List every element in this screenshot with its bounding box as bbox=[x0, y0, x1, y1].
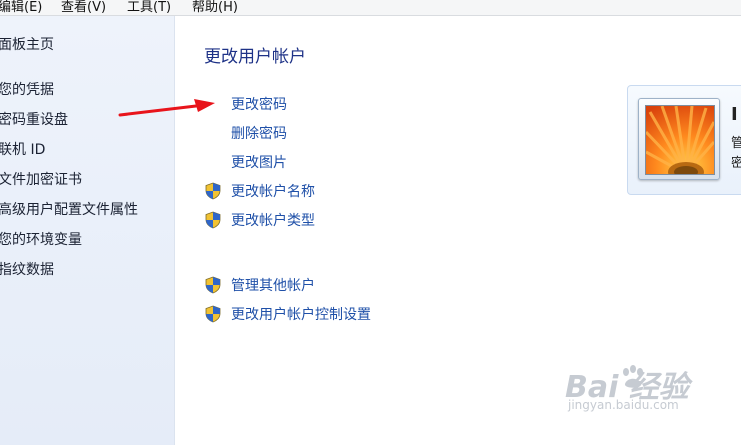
watermark-url: jingyan.baidu.com bbox=[568, 398, 679, 412]
sidebar-item-control-panel-home[interactable]: 面板主页 bbox=[0, 34, 54, 54]
annotation-arrow bbox=[118, 99, 215, 117]
account-name: I bbox=[731, 104, 738, 125]
paw-icon bbox=[623, 365, 643, 388]
uac-shield-icon bbox=[205, 211, 221, 229]
baidu-watermark: Bai 经验 jingyan.baidu.com bbox=[565, 362, 735, 414]
menu-bar: 编辑(E) 查看(V) 工具(T) 帮助(H) bbox=[0, 0, 741, 16]
menu-tools[interactable]: 工具(T) bbox=[127, 0, 171, 15]
menu-view[interactable]: 查看(V) bbox=[61, 0, 106, 15]
sidebar-item-password-reset-disk[interactable]: 密码重设盘 bbox=[0, 109, 68, 129]
manage-other-accounts-link[interactable]: 管理其他帐户 bbox=[231, 275, 315, 295]
sidebar-item-credentials[interactable]: 您的凭据 bbox=[0, 79, 54, 99]
sidebar-item-online-id[interactable]: 联机 ID bbox=[0, 139, 45, 159]
account-type: 管 bbox=[731, 136, 741, 151]
change-uac-settings-link[interactable]: 更改用户帐户控制设置 bbox=[231, 304, 371, 324]
sidebar-item-fingerprint-data[interactable]: 指纹数据 bbox=[0, 259, 54, 279]
sidebar-item-advanced-profile[interactable]: 高级用户配置文件属性 bbox=[0, 199, 138, 219]
avatar[interactable] bbox=[638, 98, 720, 180]
uac-shield-icon bbox=[205, 182, 221, 200]
avatar-picture bbox=[645, 105, 715, 175]
change-password-link[interactable]: 更改密码 bbox=[231, 94, 287, 114]
remove-password-link[interactable]: 删除密码 bbox=[231, 123, 287, 143]
account-card: I 管 密 bbox=[627, 85, 741, 195]
uac-shield-icon bbox=[205, 276, 221, 294]
sidebar-item-file-encryption-cert[interactable]: 文件加密证书 bbox=[0, 169, 82, 189]
sidebar-item-environment-variables[interactable]: 您的环境变量 bbox=[0, 229, 82, 249]
menu-edit[interactable]: 编辑(E) bbox=[0, 0, 42, 15]
change-account-type-link[interactable]: 更改帐户类型 bbox=[231, 210, 315, 230]
account-password-status: 密 bbox=[731, 156, 741, 171]
change-account-name-link[interactable]: 更改帐户名称 bbox=[231, 181, 315, 201]
change-picture-link[interactable]: 更改图片 bbox=[231, 152, 287, 172]
page-title: 更改用户帐户 bbox=[204, 47, 306, 67]
sidebar: 面板主页 您的凭据 密码重设盘 联机 ID 文件加密证书 高级用户配置文件属性 … bbox=[0, 16, 175, 445]
flower-image bbox=[646, 106, 714, 174]
menu-help[interactable]: 帮助(H) bbox=[192, 0, 238, 15]
uac-shield-icon bbox=[205, 305, 221, 323]
